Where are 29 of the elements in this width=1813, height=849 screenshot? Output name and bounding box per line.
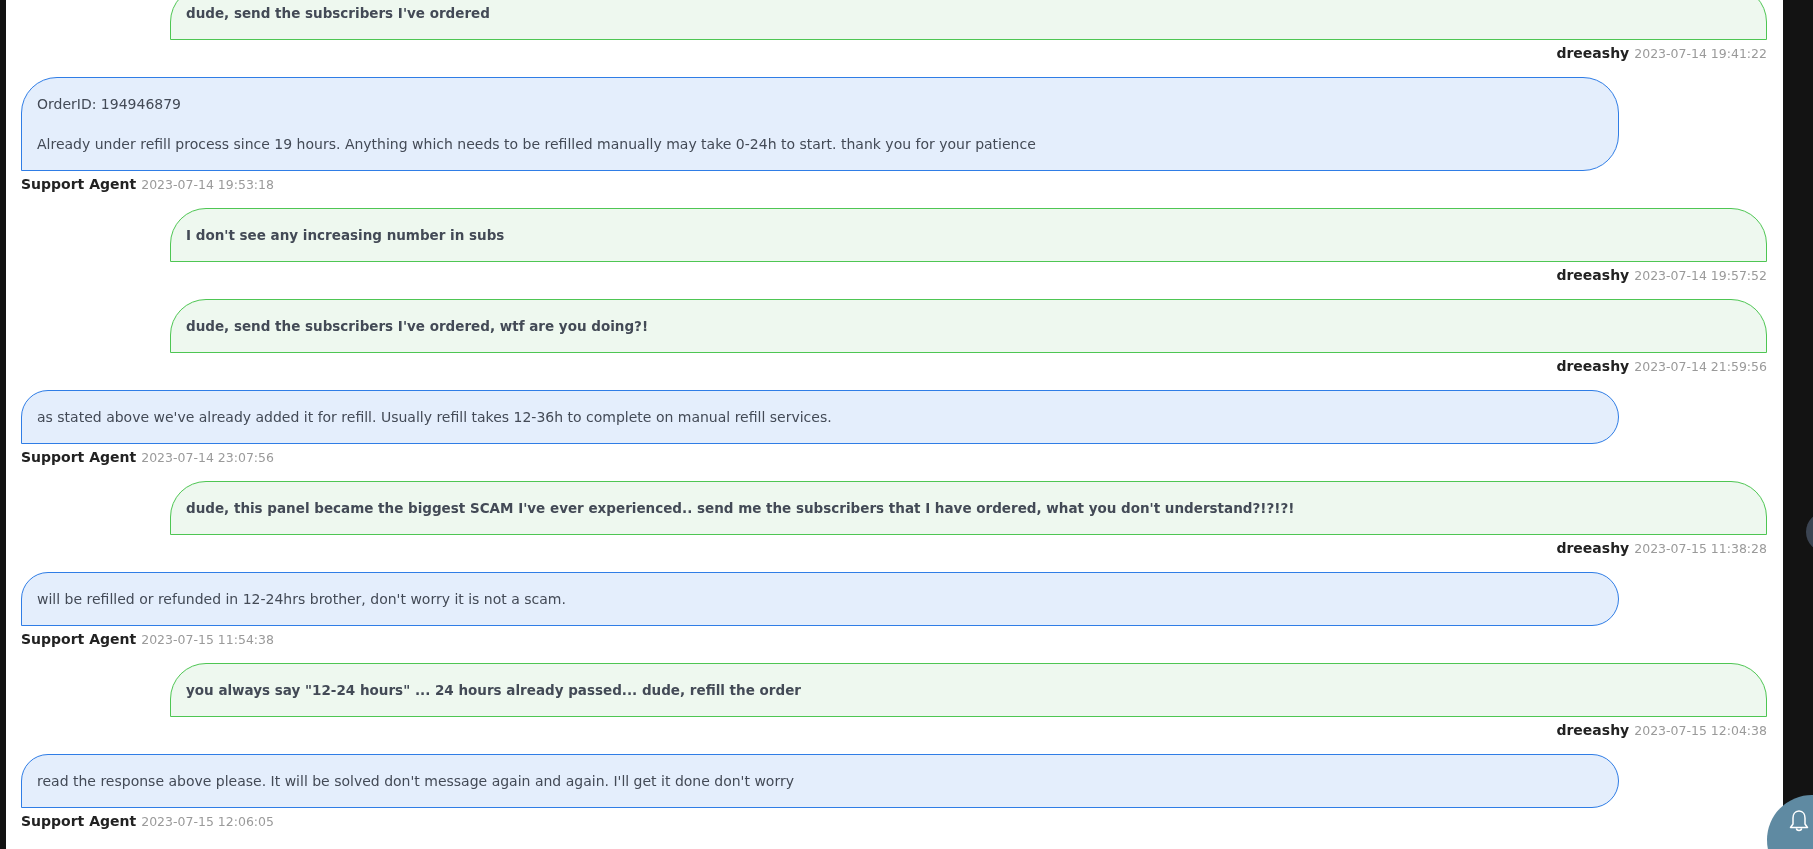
timestamp: 2023-07-14 19:57:52 bbox=[1634, 267, 1767, 285]
timestamp: 2023-07-14 23:07:56 bbox=[141, 449, 274, 467]
message-text: Already under refill process since 19 hours. Anything which needs to be refilled manually may take 0-24h to start. thank you for your patience bbox=[37, 135, 1037, 154]
author-name: Support Agent bbox=[21, 448, 137, 467]
author-name: Support Agent bbox=[21, 175, 137, 194]
author-name: dreeashy bbox=[1556, 44, 1630, 63]
author-name: dreeashy bbox=[1556, 539, 1630, 558]
timestamp: 2023-07-14 19:41:22 bbox=[1634, 45, 1767, 63]
author-name: Support Agent bbox=[21, 630, 137, 649]
timestamp: 2023-07-15 11:54:38 bbox=[141, 631, 274, 649]
message-text: dude, send the subscribers I've ordered bbox=[186, 4, 491, 23]
message-text: will be refilled or refunded in 12-24hrs brother, don't worry it is not a scam. bbox=[37, 590, 567, 609]
message-text: dude, send the subscribers I've ordered, wtf are you doing?! bbox=[186, 317, 650, 336]
author-name: dreeashy bbox=[1556, 266, 1630, 285]
message-text: OrderID: 194946879 bbox=[37, 95, 183, 114]
message-text: read the response above please. It will be solved don't message again and again. I'll get it done don't worry bbox=[37, 772, 795, 791]
author-name: dreeashy bbox=[1556, 357, 1630, 376]
author-name: dreeashy bbox=[1556, 721, 1630, 740]
timestamp: 2023-07-14 19:53:18 bbox=[141, 176, 274, 194]
timestamp: 2023-07-14 21:59:56 bbox=[1634, 358, 1767, 376]
message-text: you always say "12-24 hours" ... 24 hours already passed... dude, refill the order bbox=[186, 681, 802, 700]
timestamp: 2023-07-15 12:04:38 bbox=[1634, 722, 1767, 740]
author-name: Support Agent bbox=[21, 812, 137, 831]
message-text: as stated above we've already added it for refill. Usually refill takes 12-36h to complete on manual refill services. bbox=[37, 408, 833, 427]
timestamp: 2023-07-15 12:06:05 bbox=[141, 813, 274, 831]
bell-icon bbox=[1789, 809, 1809, 833]
message-text: I don't see any increasing number in subs bbox=[186, 226, 506, 245]
message-text: dude, this panel became the biggest SCAM I've ever experienced.. send me the subscribers that I have ordered, what you don't understand?!?!?! bbox=[186, 499, 1296, 518]
timestamp: 2023-07-15 11:38:28 bbox=[1634, 540, 1767, 558]
